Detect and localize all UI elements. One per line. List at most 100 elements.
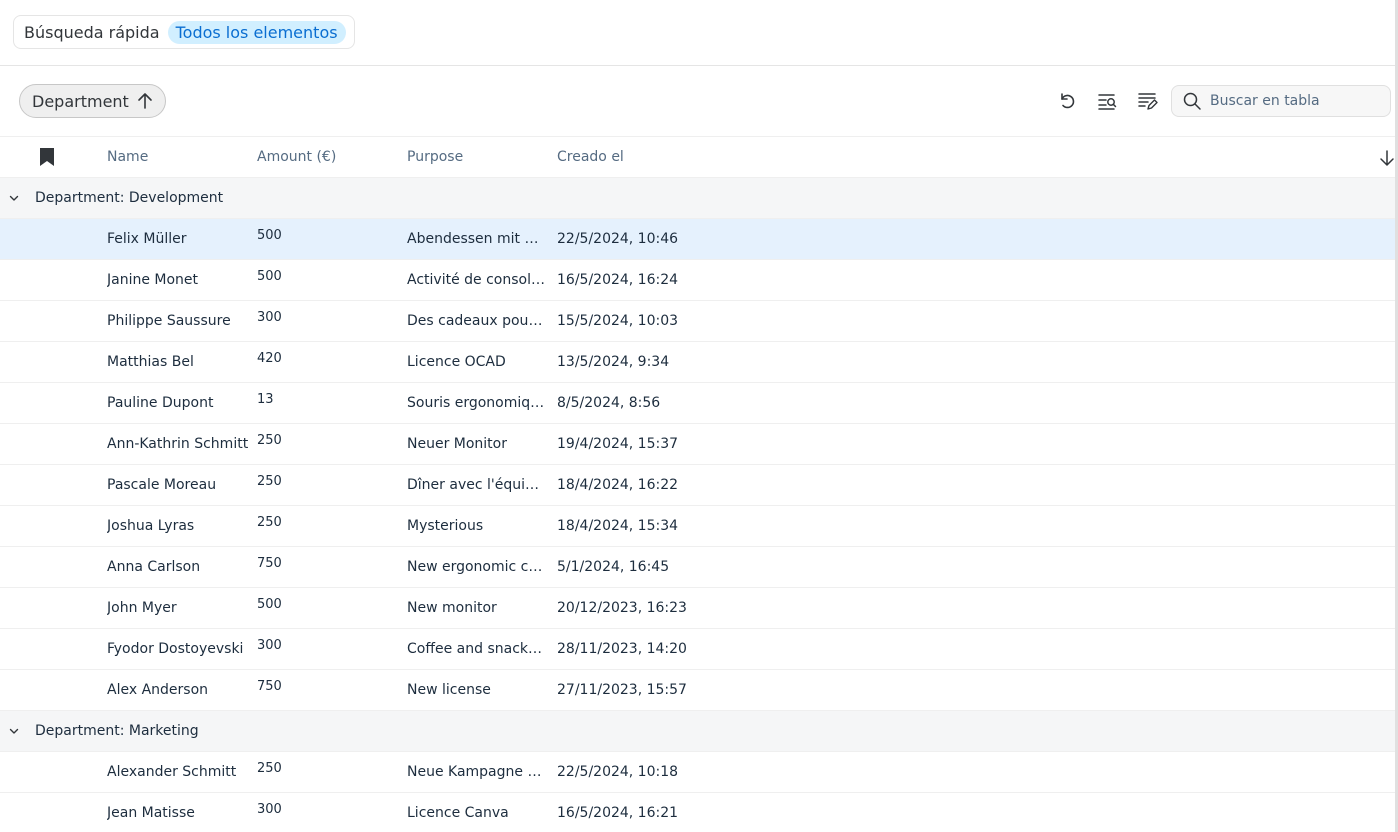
- cell-name: Felix Müller: [107, 231, 187, 247]
- cell-purpose: Souris ergonomique: [407, 395, 545, 411]
- cell-purpose: New monitor: [407, 600, 497, 616]
- cell-amount: 500: [257, 269, 282, 284]
- table-row[interactable]: John Myer 500 New monitor 20/12/2023, 16:23: [0, 588, 1396, 629]
- table-row[interactable]: Ann-Kathrin Schmitt 250 Neuer Monitor 19/4/…: [0, 424, 1396, 465]
- list-search-icon: [1098, 94, 1117, 110]
- cell-amount: 250: [257, 515, 282, 530]
- cell-amount: 250: [257, 761, 282, 776]
- table-row[interactable]: Alexander Schmitt 250 Neue Kampagne für So…: [0, 752, 1396, 793]
- cell-amount: 750: [257, 679, 282, 694]
- cell-amount: 250: [257, 433, 282, 448]
- cell-name: Pascale Moreau: [107, 477, 217, 493]
- cell-amount: 750: [257, 556, 282, 571]
- bookmark-icon[interactable]: [38, 147, 56, 167]
- cell-purpose: Licence Canva: [407, 805, 509, 821]
- cell-amount: 300: [257, 638, 282, 653]
- group-label: Department: Development: [35, 190, 224, 206]
- cell-amount: 500: [257, 597, 282, 612]
- column-header-purpose[interactable]: Purpose: [407, 137, 545, 178]
- table-row[interactable]: Alex Anderson 750 New license 27/11/2023, 1…: [0, 670, 1396, 711]
- sort-chip-department[interactable]: Department: [19, 84, 166, 118]
- chevron-down-icon[interactable]: [8, 192, 20, 204]
- cell-amount: 420: [257, 351, 282, 366]
- cell-purpose: Dîner avec l'équipe de projet: [407, 477, 545, 493]
- cell-name: Philippe Saussure: [107, 313, 231, 329]
- table-row[interactable]: Matthias Bel 420 Licence OCAD 13/5/2024, 9:…: [0, 342, 1396, 383]
- table-row[interactable]: Fyodor Dostoyevski 300 Coffee and snacks f…: [0, 629, 1396, 670]
- cell-created: 18/4/2024, 16:22: [557, 477, 679, 493]
- cell-created: 22/5/2024, 10:46: [557, 231, 679, 247]
- table-toolbar: Department: [0, 66, 1398, 137]
- table-search[interactable]: [1171, 85, 1391, 117]
- cell-amount: 250: [257, 474, 282, 489]
- cell-purpose: Licence OCAD: [407, 354, 506, 370]
- table-body: Department: Development Felix Müller 500 Ab…: [0, 178, 1396, 832]
- cell-created: 16/5/2024, 16:21: [557, 805, 679, 821]
- cell-purpose: New license: [407, 682, 491, 698]
- cell-amount: 300: [257, 802, 282, 817]
- cell-purpose: Neue Kampagne für Social Media: [407, 764, 545, 780]
- table-header-row: Name Amount (€) Purpose Creado el: [0, 137, 1396, 178]
- arrow-up-icon: [138, 93, 152, 109]
- cell-name: Alexander Schmitt: [107, 764, 237, 780]
- cell-created: 5/1/2024, 16:45: [557, 559, 670, 575]
- column-header-created[interactable]: Creado el: [557, 137, 697, 178]
- cell-name: Janine Monet: [107, 272, 199, 288]
- edit-columns-button[interactable]: [1134, 88, 1160, 114]
- filter-pill-all-items[interactable]: Todos los elementos: [167, 20, 346, 44]
- chevron-down-icon[interactable]: [8, 725, 20, 737]
- cell-purpose: Des cadeaux pour les clients: [407, 313, 545, 329]
- cell-purpose: Coffee and snacks for the team: [407, 641, 545, 657]
- reset-button[interactable]: [1054, 88, 1080, 114]
- quick-search-label[interactable]: Búsqueda rápida: [22, 23, 162, 42]
- column-header-amount[interactable]: Amount (€): [257, 137, 397, 178]
- search-icon: [1183, 92, 1201, 110]
- cell-name: John Myer: [107, 600, 177, 616]
- cell-name: Anna Carlson: [107, 559, 201, 575]
- cell-name: Ann-Kathrin Schmitt: [107, 436, 249, 452]
- column-header-name[interactable]: Name: [107, 137, 252, 178]
- cell-created: 28/11/2023, 14:20: [557, 641, 687, 657]
- cell-created: 20/12/2023, 16:23: [557, 600, 687, 616]
- filter-search-button[interactable]: [1094, 88, 1120, 114]
- cell-name: Matthias Bel: [107, 354, 194, 370]
- cell-created: 13/5/2024, 9:34: [557, 354, 670, 370]
- cell-created: 27/11/2023, 15:57: [557, 682, 687, 698]
- table-row[interactable]: Pascale Moreau 250 Dîner avec l'équipe de …: [0, 465, 1396, 506]
- group-row[interactable]: Department: Development: [0, 178, 1396, 219]
- cell-amount: 500: [257, 228, 282, 243]
- cell-amount: 300: [257, 310, 282, 325]
- table-row[interactable]: Pauline Dupont 13 Souris ergonomique 8/5/20…: [0, 383, 1396, 424]
- quick-search-bar: Búsqueda rápida Todos los elementos: [0, 0, 1398, 66]
- table-row[interactable]: Felix Müller 500 Abendessen mit dem Team 22…: [0, 219, 1396, 260]
- cell-created: 8/5/2024, 8:56: [557, 395, 661, 411]
- group-label: Department: Marketing: [35, 723, 199, 739]
- cell-created: 16/5/2024, 16:24: [557, 272, 679, 288]
- group-row[interactable]: Department: Marketing: [0, 711, 1396, 752]
- cell-purpose: Mysterious: [407, 518, 484, 534]
- table-row[interactable]: Jean Matisse 300 Licence Canva 16/5/2024, 1…: [0, 793, 1396, 832]
- table-row[interactable]: Joshua Lyras 250 Mysterious 18/4/2024, 15:3…: [0, 506, 1396, 547]
- cell-purpose: Activité de consolidation: [407, 272, 545, 288]
- cell-name: Joshua Lyras: [107, 518, 195, 534]
- cell-created: 15/5/2024, 10:03: [557, 313, 679, 329]
- cell-amount: 13: [257, 392, 274, 407]
- cell-created: 18/4/2024, 15:34: [557, 518, 679, 534]
- sort-chip-label: Department: [32, 91, 129, 111]
- search-input[interactable]: [1210, 93, 1380, 109]
- table-row[interactable]: Janine Monet 500 Activité de consolidation…: [0, 260, 1396, 301]
- cell-created: 22/5/2024, 10:18: [557, 764, 679, 780]
- cell-created: 19/4/2024, 15:37: [557, 436, 679, 452]
- table-row[interactable]: Philippe Saussure 300 Des cadeaux pour les…: [0, 301, 1396, 342]
- cell-name: Alex Anderson: [107, 682, 209, 698]
- cell-purpose: New ergonomic chair: [407, 559, 545, 575]
- cell-name: Fyodor Dostoyevski: [107, 641, 244, 657]
- table-row[interactable]: Anna Carlson 750 New ergonomic chair 5/1/20…: [0, 547, 1396, 588]
- cell-name: Jean Matisse: [107, 805, 195, 821]
- arrow-down-icon[interactable]: [1377, 148, 1397, 168]
- quick-search-group: Búsqueda rápida Todos los elementos: [13, 15, 355, 49]
- list-edit-icon: [1138, 93, 1158, 110]
- data-table: Name Amount (€) Purpose Creado el Depart…: [0, 137, 1396, 832]
- undo-icon: [1061, 93, 1075, 109]
- cell-purpose: Neuer Monitor: [407, 436, 507, 452]
